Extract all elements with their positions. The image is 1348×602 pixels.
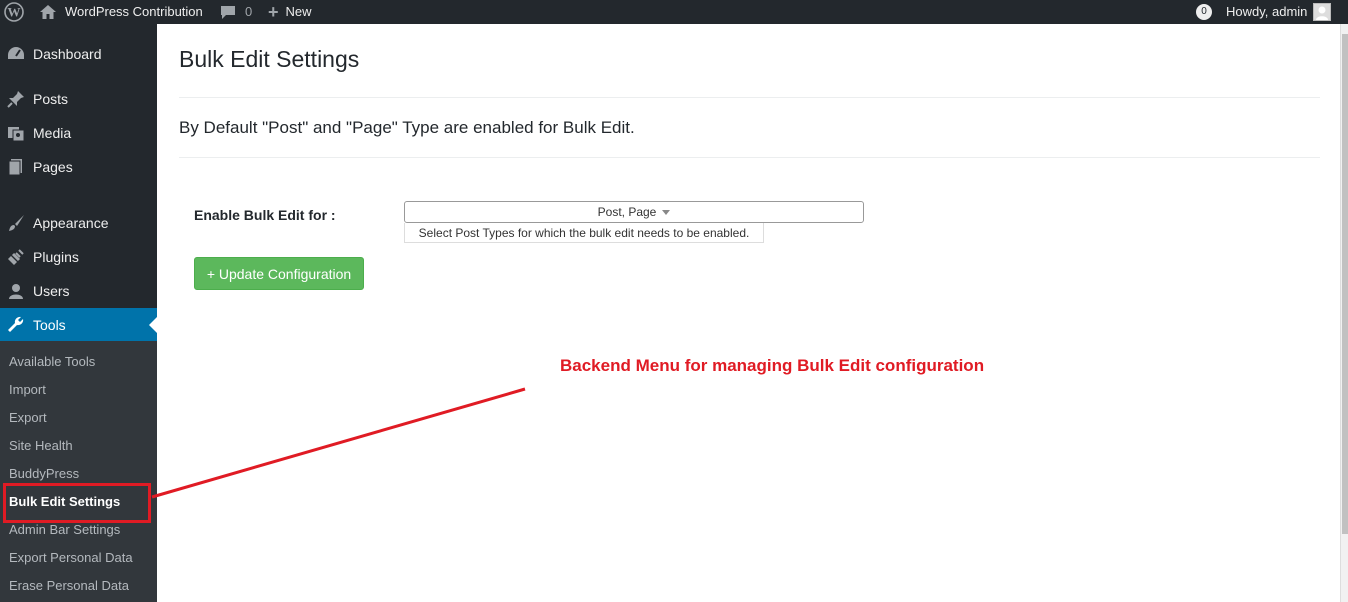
pin-icon bbox=[6, 90, 26, 108]
submenu-export[interactable]: Export bbox=[9, 408, 47, 428]
menu-label: Pages bbox=[33, 159, 73, 175]
home-icon bbox=[40, 5, 56, 19]
update-configuration-button[interactable]: + Update Configuration bbox=[194, 257, 364, 290]
annotation-text: Backend Menu for managing Bulk Edit conf… bbox=[560, 356, 985, 375]
plus-icon: + bbox=[268, 2, 279, 22]
wrench-icon bbox=[6, 316, 26, 334]
plugin-icon bbox=[6, 248, 26, 266]
main-content: Bulk Edit Settings By Default "Post" and… bbox=[157, 24, 1340, 602]
menu-item-plugins[interactable]: Plugins bbox=[0, 240, 157, 274]
avatar bbox=[1313, 3, 1332, 21]
site-name: WordPress Contribution bbox=[65, 4, 203, 19]
new-label: New bbox=[285, 4, 312, 19]
dashboard-icon bbox=[6, 45, 26, 63]
media-icon bbox=[6, 124, 26, 142]
menu-label: Users bbox=[33, 283, 70, 299]
menu-item-tools[interactable]: Tools bbox=[0, 308, 157, 342]
divider bbox=[179, 97, 1320, 98]
menu-item-appearance[interactable]: Appearance bbox=[0, 206, 157, 240]
menu-item-pages[interactable]: Pages bbox=[0, 150, 157, 184]
help-text: Select Post Types for which the bulk edi… bbox=[404, 223, 764, 243]
menu-item-users[interactable]: Users bbox=[0, 274, 157, 308]
comments-link[interactable]: 0 bbox=[220, 0, 252, 24]
menu-item-posts[interactable]: Posts bbox=[0, 82, 157, 116]
wordpress-logo-icon[interactable]: W bbox=[4, 0, 24, 24]
chevron-down-icon bbox=[662, 210, 671, 219]
menu-label: Media bbox=[33, 125, 72, 141]
submenu-admin-bar-settings[interactable]: Admin Bar Settings bbox=[9, 520, 120, 540]
annotation-highlight-box bbox=[3, 483, 151, 523]
submenu-site-health[interactable]: Site Health bbox=[9, 436, 73, 456]
user-icon bbox=[6, 282, 26, 300]
admin-bar: W WordPress Contribution 0 + New 0 Howdy… bbox=[0, 0, 1348, 24]
description-text: By Default "Post" and "Page" Type are en… bbox=[179, 118, 635, 137]
menu-label: Appearance bbox=[33, 215, 109, 231]
enable-bulk-edit-label: Enable Bulk Edit for : bbox=[194, 207, 336, 223]
pages-icon bbox=[6, 158, 26, 176]
post-types-select[interactable]: Post, Page bbox=[404, 201, 864, 223]
site-name-link[interactable]: WordPress Contribution bbox=[40, 0, 203, 24]
submenu-available-tools[interactable]: Available Tools bbox=[9, 352, 95, 372]
menu-label: Posts bbox=[33, 91, 69, 107]
submenu-erase-personal-data[interactable]: Erase Personal Data bbox=[9, 576, 129, 596]
scrollbar-thumb[interactable] bbox=[1342, 34, 1348, 534]
menu-item-dashboard[interactable]: Dashboard bbox=[0, 37, 157, 71]
brush-icon bbox=[6, 214, 26, 232]
notifications-badge[interactable]: 0 bbox=[1196, 0, 1212, 24]
select-value: Post, Page bbox=[597, 205, 657, 219]
comments-count: 0 bbox=[245, 4, 253, 19]
page-scrollbar[interactable] bbox=[1340, 24, 1348, 602]
menu-label: Tools bbox=[33, 317, 66, 333]
divider bbox=[179, 157, 1320, 158]
howdy-text: Howdy, admin bbox=[1226, 4, 1308, 19]
account-menu[interactable]: Howdy, admin bbox=[1226, 0, 1332, 24]
notifications-count: 0 bbox=[1196, 4, 1212, 20]
menu-label: Dashboard bbox=[33, 46, 102, 62]
menu-item-media[interactable]: Media bbox=[0, 116, 157, 150]
svg-text:W: W bbox=[8, 5, 21, 20]
menu-label: Plugins bbox=[33, 249, 79, 265]
submenu-export-personal-data[interactable]: Export Personal Data bbox=[9, 548, 133, 568]
comment-icon bbox=[220, 5, 236, 20]
page-title: Bulk Edit Settings bbox=[179, 46, 360, 72]
submenu-buddypress[interactable]: BuddyPress bbox=[9, 464, 79, 484]
tools-submenu: Available Tools Import Export Site Healt… bbox=[0, 341, 157, 602]
new-content-link[interactable]: + New bbox=[268, 0, 312, 24]
submenu-import[interactable]: Import bbox=[9, 380, 46, 400]
